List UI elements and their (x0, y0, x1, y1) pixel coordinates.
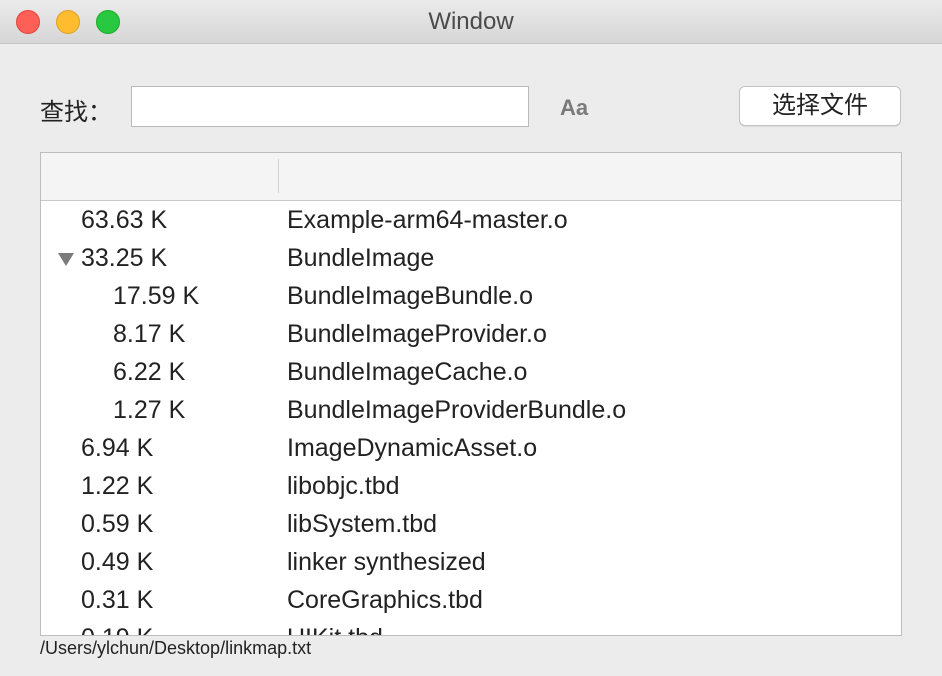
table-row[interactable]: 33.25 K BundleImage (41, 239, 901, 277)
file-path-label: /Users/ylchun/Desktop/linkmap.txt (40, 638, 312, 658)
row-name: BundleImageCache.o (287, 358, 528, 386)
linkmap-outline-table[interactable]: 63.63 K Example-arm64-master.o 33.25 K Bund… (40, 152, 902, 636)
row-name: BundleImageProvider.o (287, 320, 547, 348)
row-size: 17.59 K (113, 282, 200, 310)
row-name: BundleImageProviderBundle.o (287, 396, 627, 424)
table-row[interactable]: 0.59 K libSystem.tbd (41, 505, 901, 543)
row-size: 6.94 K (81, 434, 154, 462)
table-row[interactable]: 6.22 K BundleImageCache.o (41, 353, 901, 391)
table-row[interactable]: 0.49 K linker synthesized (41, 543, 901, 581)
row-name: UIKit.tbd (287, 619, 383, 635)
row-size: 1.27 K (113, 396, 186, 424)
row-size: 63.63 K (81, 206, 168, 234)
column-divider[interactable] (278, 159, 279, 193)
search-input[interactable] (131, 86, 529, 127)
table-row[interactable]: 0.19 K UIKit.tbd (41, 619, 901, 635)
title-bar: Window (0, 0, 942, 44)
table-row[interactable]: 17.59 K BundleImageBundle.o (41, 277, 901, 315)
row-name: libobjc.tbd (287, 472, 400, 500)
search-label: 查找： (40, 99, 112, 126)
match-case-toggle[interactable]: Aa (560, 95, 588, 121)
row-name: libSystem.tbd (287, 510, 438, 538)
table-body: 63.63 K Example-arm64-master.o 33.25 K Bund… (41, 201, 901, 635)
table-row[interactable]: 1.27 K BundleImageProviderBundle.o (41, 391, 901, 429)
table-row[interactable]: 8.17 K BundleImageProvider.o (41, 315, 901, 353)
row-name: linker synthesized (287, 548, 486, 576)
row-size: 1.22 K (81, 472, 154, 500)
row-name: CoreGraphics.tbd (287, 586, 483, 614)
row-size: 8.17 K (113, 320, 186, 348)
table-row[interactable]: 63.63 K Example-arm64-master.o (41, 201, 901, 239)
row-name: BundleImageBundle.o (287, 282, 534, 310)
table-row[interactable]: 1.22 K libobjc.tbd (41, 467, 901, 505)
row-size: 0.59 K (81, 510, 154, 538)
disclosure-triangle-icon[interactable] (58, 253, 74, 266)
table-row[interactable]: 0.31 K CoreGraphics.tbd (41, 581, 901, 619)
table-row[interactable]: 6.94 K ImageDynamicAsset.o (41, 429, 901, 467)
row-size: 0.49 K (81, 548, 154, 576)
row-size: 0.31 K (81, 586, 154, 614)
table-header (41, 153, 901, 201)
row-size: 33.25 K (81, 244, 168, 272)
row-size: 6.22 K (113, 358, 186, 386)
row-name: BundleImage (287, 244, 435, 272)
row-name: ImageDynamicAsset.o (287, 434, 538, 462)
choose-file-button[interactable]: 选择文件 (739, 86, 901, 126)
row-size: 0.19 K (81, 619, 153, 635)
window-title: Window (428, 8, 514, 35)
row-name: Example-arm64-master.o (287, 206, 568, 234)
